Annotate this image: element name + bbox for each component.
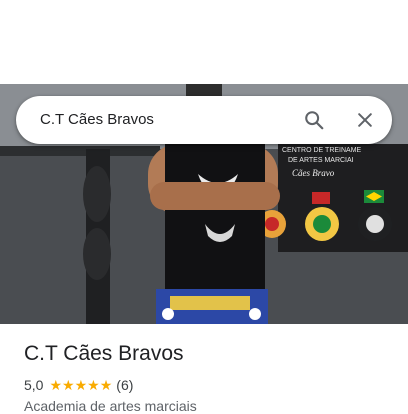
star-icon: ★ — [99, 377, 113, 393]
place-info-panel: C.T Cães Bravos 5,0 ★ ★ ★ ★ ★ (6) Academ… — [0, 324, 408, 414]
place-title: C.T Cães Bravos — [24, 342, 184, 365]
rating-value: 5,0 — [24, 377, 44, 393]
search-icon[interactable] — [298, 104, 330, 136]
rating-stars: ★ ★ ★ ★ ★ — [49, 378, 112, 392]
star-icon: ★ — [62, 377, 75, 393]
close-icon[interactable] — [349, 104, 381, 136]
banner-line-2: DE ARTES MARCIAI — [288, 157, 354, 164]
place-category[interactable]: Academia de artes marciais — [24, 398, 197, 414]
star-icon: ★ — [74, 377, 88, 393]
star-icon: ★ — [87, 377, 100, 393]
review-count[interactable]: (6) — [116, 377, 133, 393]
top-blank-area — [0, 0, 408, 84]
rating-row[interactable]: 5,0 ★ ★ ★ ★ ★ (6) — [24, 376, 133, 394]
banner-line-3: Cães Bravo — [292, 168, 335, 178]
search-bar[interactable]: C.T Cães Bravos — [16, 96, 392, 144]
banner-line-1: CENTRO DE TREINAME — [282, 147, 362, 154]
star-icon: ★ — [49, 377, 63, 393]
search-input[interactable]: C.T Cães Bravos — [40, 96, 154, 144]
